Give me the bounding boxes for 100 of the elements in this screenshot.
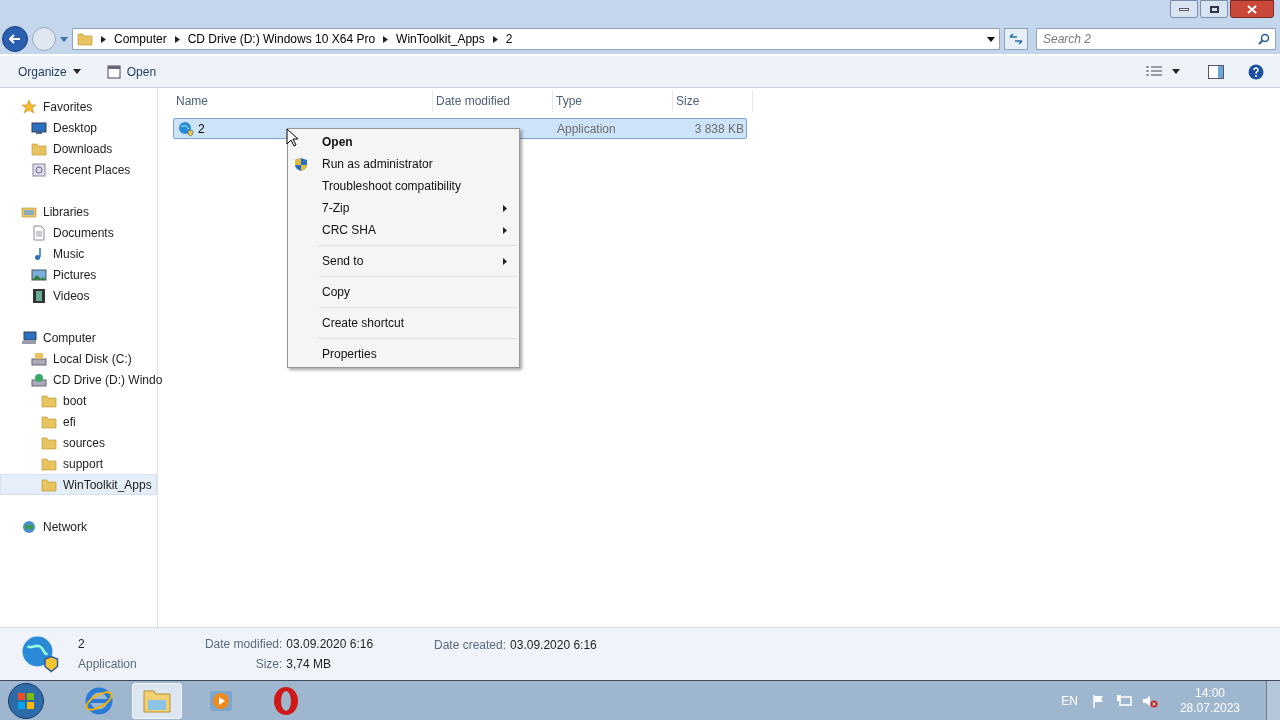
folder-icon <box>41 434 57 451</box>
toolbar-button[interactable]: Open <box>98 59 165 84</box>
caret-icon <box>72 69 81 74</box>
breadcrumb-arrow-icon[interactable] <box>492 35 498 43</box>
sidebar-item[interactable]: Computer <box>0 327 157 348</box>
sidebar-label: sources <box>63 434 106 452</box>
monitor-icon <box>31 119 47 136</box>
computer-icon <box>21 329 37 346</box>
breadcrumb[interactable]: 2 <box>505 30 513 48</box>
help-icon[interactable] <box>1248 63 1264 80</box>
sidebar-item[interactable]: support <box>0 453 157 474</box>
menu-item[interactable]: CRC SHA <box>288 219 519 241</box>
submenu-arrow-icon <box>503 257 507 265</box>
menu-item[interactable]: Properties <box>288 334 519 365</box>
address-bar[interactable]: Computer CD Drive (D:) Windows 10 X64 Pro WinToolkit_Apps 2 <box>72 28 1000 50</box>
recent-places-icon <box>31 161 47 178</box>
network-icon <box>21 518 37 535</box>
sidebar-label: Videos <box>53 287 90 305</box>
application-globe-icon <box>20 634 60 674</box>
folder-icon <box>77 31 93 47</box>
file-type: Application <box>556 120 617 138</box>
folder-icon <box>41 392 57 409</box>
sidebar-item[interactable]: Videos <box>0 285 157 306</box>
application-globe-icon <box>178 120 194 137</box>
dropdown-caret-icon[interactable] <box>987 36 995 42</box>
sidebar-label: support <box>63 455 104 473</box>
menu-item[interactable]: Send to <box>288 241 519 272</box>
menu-item[interactable]: Troubleshoot compatibility <box>288 175 519 197</box>
sidebar-item[interactable]: Documents <box>0 222 157 243</box>
menu-label: 7-Zip <box>322 200 351 217</box>
sidebar-item[interactable]: Libraries <box>0 201 157 222</box>
sidebar-label: boot <box>63 392 87 410</box>
folder-icon <box>31 140 47 157</box>
folder-icon <box>142 687 172 714</box>
sidebar-label: Network <box>43 518 87 536</box>
sidebar-item[interactable]: Desktop <box>0 117 157 138</box>
menu-item[interactable]: 7-Zip <box>288 197 519 219</box>
sidebar-item[interactable]: Downloads <box>0 138 157 159</box>
sidebar-label: Local Disk (C:) <box>53 350 132 368</box>
sidebar-item[interactable]: WinToolkit_Apps <box>0 474 157 495</box>
back-arrow-icon <box>9 34 21 44</box>
restore-button[interactable] <box>1200 0 1228 18</box>
sidebar-label: efi <box>63 413 76 431</box>
sidebar-label: Documents <box>53 224 114 242</box>
sidebar-item[interactable]: efi <box>0 411 157 432</box>
film-icon <box>31 287 47 304</box>
details-value: 3,74 MB <box>286 656 332 673</box>
toolbar-button[interactable]: Organize <box>10 59 89 84</box>
shield-icon <box>294 156 308 172</box>
sidebar-label: Music <box>53 245 85 263</box>
speaker-muted-icon[interactable] <box>1141 693 1158 708</box>
preview-pane-icon[interactable] <box>1208 64 1224 79</box>
close-icon <box>1247 4 1257 14</box>
sidebar-item[interactable]: Local Disk (C:) <box>0 348 157 369</box>
sidebar-item[interactable]: Music <box>0 243 157 264</box>
refresh-button[interactable] <box>1004 28 1028 50</box>
breadcrumb-arrow-icon[interactable] <box>383 35 389 43</box>
details-label: Size: <box>254 656 283 673</box>
sidebar-item[interactable]: Recent Places <box>0 159 157 180</box>
menu-label: Run as administrator <box>322 156 434 173</box>
pictures-icon <box>31 266 47 283</box>
sidebar-label: Downloads <box>53 140 113 158</box>
details-label: Date modified: <box>203 636 283 653</box>
details-name: 2 <box>78 636 86 653</box>
menu-label: Properties <box>322 346 378 363</box>
column-header[interactable]: Size <box>673 90 753 112</box>
details-view-icon <box>1146 65 1162 78</box>
sidebar-item[interactable]: Favorites <box>0 96 157 117</box>
application-window-icon <box>106 64 121 79</box>
opera-icon[interactable] <box>272 685 300 716</box>
column-header[interactable]: Date modified <box>433 90 553 112</box>
sidebar-item[interactable]: Pictures <box>0 264 157 285</box>
search-field[interactable]: Search 2 <box>1036 28 1276 50</box>
menu-label: Copy <box>322 284 351 301</box>
sidebar-label: WinToolkit_Apps <box>63 476 152 494</box>
menu-item[interactable]: Run as administrator <box>288 153 519 175</box>
menu-item[interactable]: Copy <box>288 272 519 303</box>
details-value: 03.09.2020 6:16 <box>510 637 597 654</box>
file-size: 3 838 KB <box>693 120 744 138</box>
breadcrumb-arrow-icon[interactable] <box>174 35 180 43</box>
column-header[interactable]: Type <box>553 90 673 112</box>
show-desktop-button[interactable] <box>1266 680 1280 720</box>
breadcrumb[interactable]: Computer <box>114 30 167 48</box>
close-button[interactable] <box>1230 0 1274 18</box>
breadcrumb[interactable]: WinToolkit_Apps <box>396 30 485 48</box>
breadcrumb-arrow-icon[interactable] <box>101 35 106 43</box>
details-type: Application <box>78 656 138 673</box>
sidebar-item[interactable]: boot <box>0 390 157 411</box>
start-button[interactable] <box>8 682 44 719</box>
breadcrumb[interactable]: CD Drive (D:) Windows 10 X64 Pro <box>187 30 376 48</box>
details-value: 03.09.2020 6:16 <box>286 636 375 653</box>
menu-item[interactable]: Create shortcut <box>288 303 519 334</box>
minimize-button[interactable] <box>1170 0 1198 18</box>
submenu-arrow-icon <box>503 226 507 234</box>
column-header[interactable]: Name <box>173 90 433 112</box>
sidebar-item[interactable]: Network <box>0 516 157 537</box>
back-button[interactable] <box>2 26 28 52</box>
windows-logo-icon <box>17 691 35 710</box>
caret-icon <box>1172 69 1180 74</box>
sidebar-item[interactable]: sources <box>0 432 157 453</box>
